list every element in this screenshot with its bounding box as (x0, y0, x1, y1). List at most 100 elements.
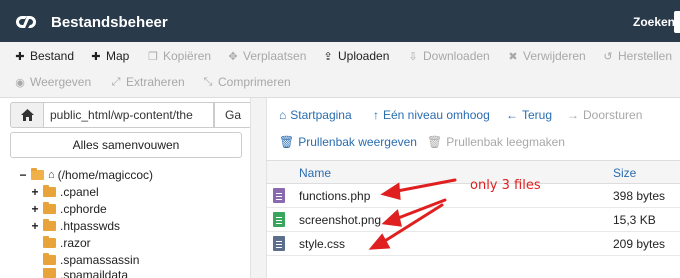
folder-icon (43, 268, 56, 278)
home-nav-label: Startpagina (290, 108, 352, 122)
forward-button[interactable]: → Doorsturen (567, 108, 642, 122)
size-column-header[interactable]: Size (613, 166, 636, 180)
php-file-icon (273, 188, 285, 203)
panel-divider[interactable] (250, 98, 267, 278)
tree-item-label: .cpanel (60, 184, 99, 199)
expand-toggle[interactable]: + (30, 202, 40, 216)
file-size: 15,3 KB (613, 213, 656, 227)
folder-icon (43, 218, 56, 231)
level-up-icon: ↑ (373, 108, 379, 122)
view-label: Weergeven (30, 75, 92, 89)
plus-icon: ✚ (91, 50, 101, 63)
back-button[interactable]: ← Terug (506, 108, 552, 122)
app-title: Bestandsbeheer (51, 14, 168, 31)
trash-icon: 🗑 (279, 135, 295, 149)
upload-label: Uploaden (338, 49, 390, 63)
folder-icon (43, 201, 56, 214)
move-button[interactable]: ✥ Verplaatsen (227, 49, 306, 63)
upload-icon: ⇪ (323, 50, 333, 63)
expand-toggle[interactable]: + (30, 219, 40, 233)
file-size: 398 bytes (613, 189, 666, 203)
tree-item-spamassassin[interactable]: .spamassassin (43, 251, 139, 268)
extract-button[interactable]: ⤢ Extraheren (110, 75, 185, 89)
extract-label: Extraheren (126, 75, 185, 89)
delete-button[interactable]: ✖ Verwijderen (507, 49, 586, 63)
tree-item-label: (/home/magiccoc) (57, 167, 154, 182)
copy-label: Kopiëren (163, 49, 212, 63)
file-size: 209 bytes (613, 237, 666, 251)
home-icon: ⌂ (279, 108, 287, 122)
cpanel-logo-icon (16, 16, 36, 28)
home-icon: ⌂ (48, 168, 55, 181)
collapse-toggle[interactable]: − (18, 168, 28, 182)
folder-icon (43, 252, 56, 265)
path-bar: Ga (10, 102, 252, 128)
tree-item-label: .cphorde (60, 201, 107, 216)
tree-item-label: .razor (60, 235, 91, 250)
search-label: Zoeken (633, 15, 676, 29)
restore-button[interactable]: ↺ Herstellen (602, 49, 672, 63)
new-folder-button[interactable]: ✚ Map (90, 49, 129, 63)
tree-item-razor[interactable]: .razor (43, 234, 91, 251)
home-button[interactable] (10, 102, 44, 128)
eye-icon: ◉ (15, 76, 25, 89)
move-label: Verplaatsen (243, 49, 307, 63)
new-folder-label: Map (106, 49, 130, 63)
file-name: screenshot.png (299, 213, 382, 227)
tree-item-home[interactable]: − ⌂ (/home/magiccoc) (18, 166, 153, 183)
plus-icon: ✚ (15, 50, 25, 63)
tree-item-spamaildata[interactable]: .spamaildata (43, 268, 128, 278)
trash-icon: 🗑 (427, 135, 443, 149)
view-trash-label: Prullenbak weergeven (298, 135, 417, 149)
upload-button[interactable]: ⇪ Uploaden (322, 49, 389, 63)
expand-icon: ⤢ (111, 75, 121, 88)
app-header: Bestandsbeheer Zoeken (0, 0, 680, 42)
copy-icon: ❐ (148, 50, 158, 63)
path-input[interactable] (44, 102, 214, 128)
undo-icon: ↺ (603, 50, 613, 63)
download-label: Downloaden (423, 49, 490, 63)
search-input[interactable] (674, 11, 680, 33)
copy-button[interactable]: ❐ Kopiëren (147, 49, 211, 63)
compress-label: Comprimeren (218, 75, 291, 89)
back-label: Terug (522, 108, 553, 122)
tree-item-cpanel[interactable]: + .cpanel (30, 183, 99, 200)
tree-item-htpasswds[interactable]: + .htpasswds (30, 217, 120, 234)
arrow-right-icon: → (567, 108, 579, 122)
download-button[interactable]: ⇩ Downloaden (407, 49, 490, 63)
go-button[interactable]: Ga (214, 102, 252, 128)
table-row[interactable]: screenshot.png 15,3 KB (267, 208, 680, 232)
view-trash-button[interactable]: 🗑 Prullenbak weergeven (279, 135, 417, 149)
view-button[interactable]: ◉ Weergeven (14, 75, 91, 89)
code-file-icon (273, 236, 285, 251)
restore-label: Herstellen (618, 49, 673, 63)
annotation-text: only 3 files (470, 178, 541, 193)
tree-item-label: .htpasswds (60, 218, 121, 233)
directory-panel: Ga Alles samenvouwen − ⌂ (/home/magiccoc… (0, 98, 252, 278)
arrow-left-icon: ← (506, 108, 518, 122)
move-icon: ✥ (228, 50, 238, 63)
collapse-all-button[interactable]: Alles samenvouwen (10, 132, 242, 158)
folder-open-icon (31, 167, 44, 180)
delete-label: Verwijderen (523, 49, 586, 63)
times-icon: ✖ (508, 50, 518, 63)
compress-button[interactable]: ⤡ Comprimeren (202, 75, 291, 89)
empty-trash-button[interactable]: 🗑 Prullenbak leegmaken (427, 135, 565, 149)
folder-icon (43, 184, 56, 197)
table-row[interactable]: style.css 209 bytes (267, 232, 680, 256)
toolbar: ✚ Bestand ✚ Map ❐ Kopiëren ✥ Verplaatsen… (0, 42, 680, 98)
empty-trash-label: Prullenbak leegmaken (446, 135, 565, 149)
new-file-button[interactable]: ✚ Bestand (14, 49, 74, 63)
expand-toggle[interactable]: + (30, 185, 40, 199)
tree-item-cphorde[interactable]: + .cphorde (30, 200, 107, 217)
up-level-label: Eén niveau omhoog (383, 108, 490, 122)
tree-item-label: .spamaildata (60, 268, 129, 278)
home-nav-button[interactable]: ⌂ Startpagina (279, 108, 352, 122)
download-icon: ⇩ (408, 50, 418, 63)
forward-label: Doorsturen (583, 108, 643, 122)
image-file-icon (273, 212, 285, 227)
file-name: functions.php (299, 189, 371, 203)
tree-item-label: .spamassassin (60, 252, 140, 267)
name-column-header[interactable]: Name (299, 166, 331, 180)
up-level-button[interactable]: ↑ Eén niveau omhoog (373, 108, 490, 122)
